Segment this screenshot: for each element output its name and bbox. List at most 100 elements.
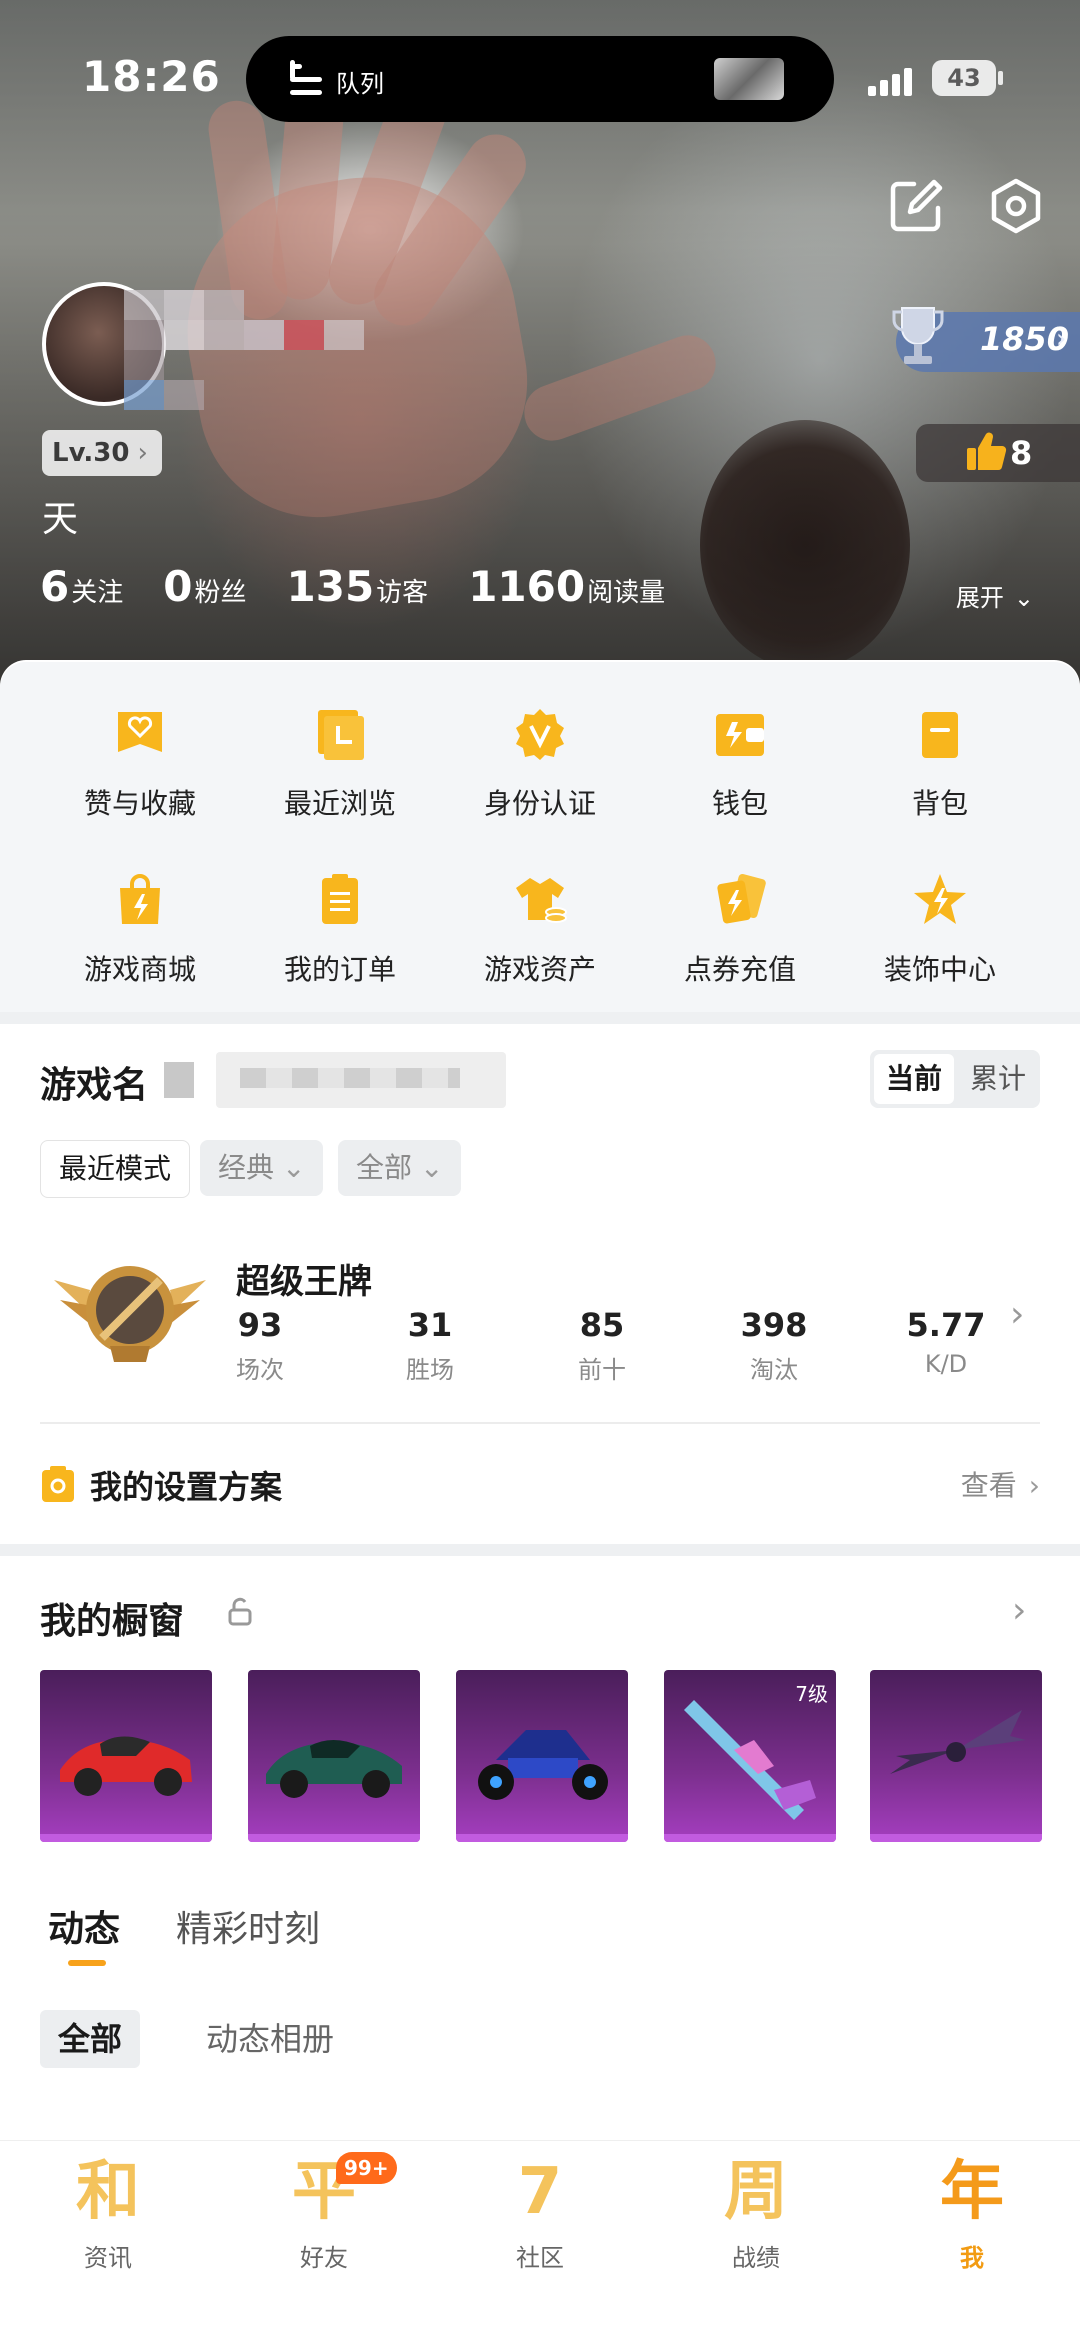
menu-decoration[interactable]: 装饰中心 — [840, 872, 1040, 988]
nav-label: 好友 — [300, 2244, 348, 2272]
toggle-current[interactable]: 当前 — [874, 1054, 954, 1104]
menu-label: 背包 — [911, 787, 968, 820]
menu-label: 身份认证 — [483, 787, 596, 820]
queue-icon — [290, 60, 322, 98]
item-level-badge: 7级 — [795, 1682, 828, 1706]
profile-stats: 6 关注 0 粉丝 135 访客 1160 阅读量 — [40, 562, 705, 618]
stat-label: 访客 — [376, 578, 429, 608]
nav-label: 战绩 — [732, 2244, 780, 2272]
chevron-right-icon: › — [1028, 1469, 1040, 1502]
showcase-item-green-car[interactable] — [248, 1670, 420, 1842]
recent-folder-icon — [318, 710, 364, 760]
rank-stat-label: 胜场 — [406, 1356, 454, 1384]
menu-game-shop[interactable]: 游戏商城 — [40, 872, 240, 988]
section-divider — [0, 1012, 1080, 1024]
filter-all[interactable]: 全部 ⌄ — [338, 1140, 462, 1196]
nav-label: 社区 — [516, 2244, 564, 2272]
menu-label: 赞与收藏 — [83, 787, 196, 820]
record-icon: 周 — [724, 2155, 788, 2229]
chevron-right-icon[interactable]: › — [1012, 1590, 1026, 1631]
showcase-item-buggy[interactable] — [456, 1670, 628, 1842]
subtab-all[interactable]: 全部 — [40, 2010, 141, 2068]
menu-backpack[interactable]: 背包 — [840, 706, 1040, 822]
tab-highlights[interactable]: 精彩时刻 — [176, 1900, 320, 1952]
menu-wallet[interactable]: 钱包 — [640, 706, 840, 822]
island-label: 队列 — [336, 70, 384, 98]
menu-label: 钱包 — [711, 787, 768, 820]
backpack-icon — [922, 712, 958, 758]
chevron-down-icon: ⌄ — [420, 1151, 444, 1184]
menu-label: 最近浏览 — [283, 787, 396, 820]
showcase-item-glider[interactable] — [870, 1670, 1042, 1842]
menu-identity[interactable]: 身份认证 — [440, 706, 640, 822]
menu-orders[interactable]: 我的订单 — [240, 872, 440, 988]
likes-count: 8 — [1010, 434, 1033, 472]
edit-icon[interactable] — [886, 176, 946, 236]
showcase-item-red-car[interactable] — [40, 1670, 212, 1842]
stat-reads[interactable]: 1160 阅读量 — [468, 562, 665, 611]
chevron-right-icon: › — [137, 438, 148, 468]
filter-classic[interactable]: 经典 ⌄ — [200, 1140, 324, 1196]
glider-icon — [890, 1710, 1026, 1774]
filter-recent-mode[interactable]: 最近模式 — [40, 1140, 191, 1198]
showcase-item-rifle[interactable]: 7级 — [664, 1670, 836, 1842]
unlock-icon[interactable] — [226, 1596, 254, 1628]
nav-news[interactable]: 和 资讯 — [38, 2154, 178, 2273]
star-bolt-icon — [914, 874, 966, 924]
stat-value: 135 — [286, 562, 375, 611]
settings-icon[interactable] — [986, 176, 1046, 236]
view-link[interactable]: 查看 › — [961, 1464, 1040, 1504]
rank-stat-top10: 85 前十 — [542, 1306, 662, 1385]
period-toggle: 当前 累计 — [870, 1050, 1040, 1108]
nav-me[interactable]: 年 我 — [902, 2154, 1042, 2273]
rank-stat-label: K/D — [924, 1350, 968, 1378]
menu-game-assets[interactable]: 游戏资产 — [440, 872, 640, 988]
stat-following[interactable]: 6 关注 — [40, 562, 123, 611]
rank-stat-kd: 5.77 K/D — [886, 1306, 1006, 1378]
trophy-icon — [892, 307, 944, 364]
me-icon: 年 — [940, 2155, 1004, 2229]
separator — [40, 1422, 1040, 1424]
nav-community[interactable]: 7 社区 — [470, 2154, 610, 2273]
subtab-album[interactable]: 动态相册 — [188, 2010, 352, 2068]
stat-value: 6 — [40, 562, 70, 611]
coupon-cards-icon — [717, 873, 766, 924]
heart-folder-icon — [118, 712, 162, 752]
news-icon: 和 — [76, 2155, 140, 2229]
chevron-right-icon[interactable]: › — [1010, 1294, 1024, 1335]
menu-recent[interactable]: 最近浏览 — [240, 706, 440, 822]
chevron-down-icon: ⌄ — [1013, 584, 1034, 612]
chevron-down-icon: ⌄ — [282, 1151, 306, 1184]
rank-stat-value: 93 — [237, 1306, 283, 1344]
level-badge[interactable]: Lv.30 › — [42, 430, 162, 476]
rank-stat-value: 31 — [407, 1306, 453, 1344]
shirt-coins-icon — [516, 878, 567, 923]
verify-badge-icon — [516, 709, 564, 760]
red-car-icon — [60, 1736, 192, 1796]
buggy-icon — [478, 1730, 608, 1800]
dynamic-island[interactable]: 队列 — [246, 36, 834, 122]
nav-label: 我 — [960, 2244, 984, 2272]
stat-followers[interactable]: 0 粉丝 — [163, 562, 246, 611]
menu-label: 我的订单 — [283, 953, 396, 986]
menu-coupon-recharge[interactable]: 点券充值 — [640, 872, 840, 988]
tab-moments[interactable]: 动态 — [48, 1900, 120, 1952]
toggle-cumulative[interactable]: 累计 — [958, 1054, 1038, 1104]
settings-plan-row[interactable]: 我的设置方案 查看 › — [40, 1460, 1040, 1510]
shop-bag-icon — [120, 874, 160, 924]
rank-stat-value: 85 — [579, 1306, 625, 1344]
rank-emblem-icon — [54, 1266, 206, 1362]
expand-label: 展开 — [955, 584, 1004, 612]
chevron-right-icon: › — [1056, 324, 1067, 354]
feed-section — [0, 1870, 1080, 2140]
rank-stat-eliminations: 398 淘汰 — [714, 1306, 834, 1385]
expand-button[interactable]: 展开 ⌄ — [956, 578, 1034, 613]
nav-record[interactable]: 周 战绩 — [686, 2154, 826, 2273]
clipboard-icon — [322, 874, 358, 924]
rank-stat-label: 淘汰 — [750, 1356, 798, 1384]
settings-clipboard-icon — [42, 1466, 74, 1502]
rank-stat-wins: 31 胜场 — [370, 1306, 490, 1385]
stat-visitors[interactable]: 135 访客 — [287, 562, 429, 611]
menu-likes-favorites[interactable]: 赞与收藏 — [40, 706, 240, 822]
community-icon: 7 — [517, 2155, 563, 2229]
